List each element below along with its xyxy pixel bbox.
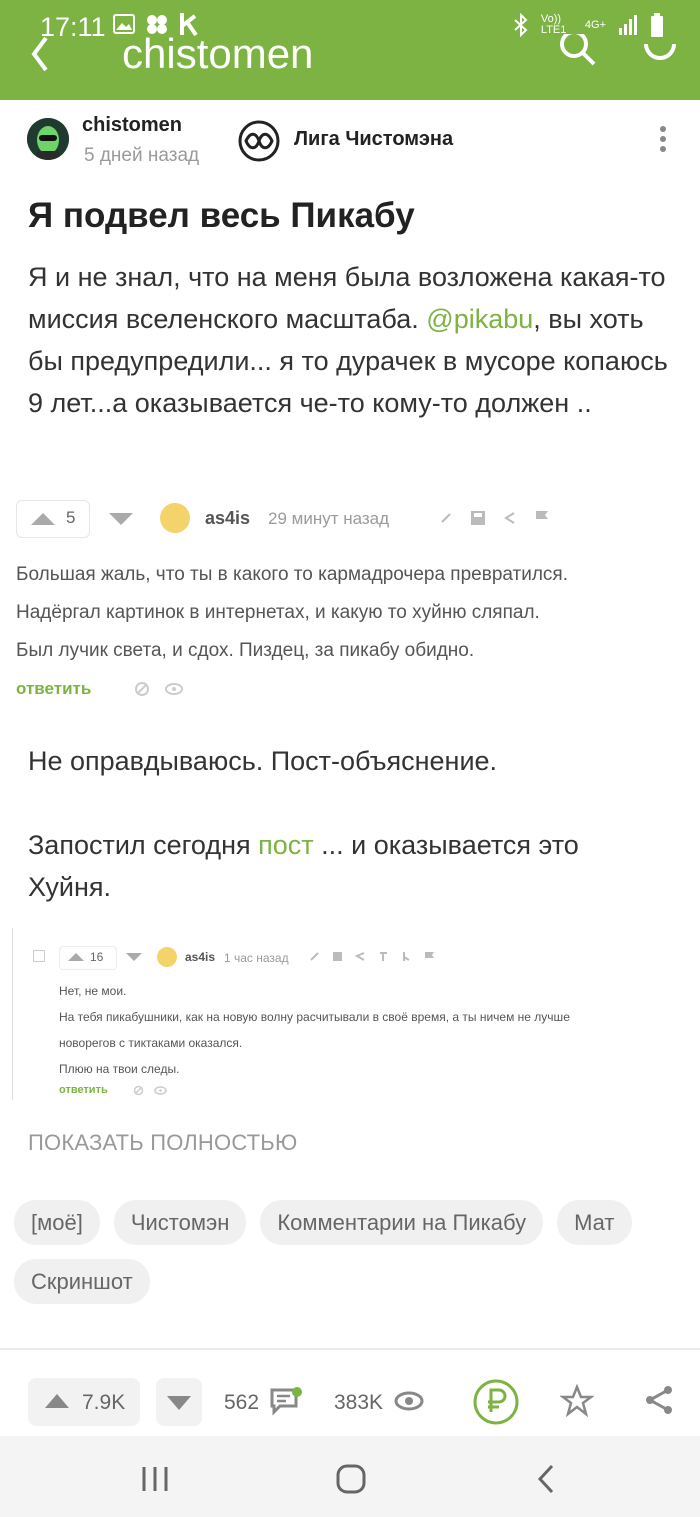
- eye-icon: [154, 1086, 167, 1095]
- tag-chip[interactable]: [моё]: [14, 1200, 100, 1245]
- post-action-bar: 7.9K 562 383K: [0, 1360, 700, 1436]
- block-icon: [133, 1085, 144, 1096]
- post-link[interactable]: пост: [258, 830, 314, 860]
- share-icon[interactable]: [644, 1384, 674, 1416]
- post-text-line: Не оправдываюсь. Пост-объяснение.: [28, 746, 498, 776]
- save-icon: [333, 952, 342, 961]
- recent-apps-icon[interactable]: [140, 1466, 170, 1492]
- community-name[interactable]: Лига Чистомэна: [294, 128, 453, 151]
- comments-count[interactable]: 562: [224, 1391, 259, 1415]
- refresh-icon[interactable]: [640, 30, 680, 70]
- comment-score: 5: [66, 508, 76, 527]
- network-type: 4G+: [584, 19, 606, 31]
- screen: 17:11 Vo)) LTE1 4G+ chistomen chistomen …: [0, 0, 700, 1517]
- block-icon: [135, 682, 149, 696]
- post-text-line: Запостил сегодня пост ... и оказывается …: [28, 824, 668, 908]
- views-count: 383K: [334, 1391, 384, 1414]
- tags-list: [моё] Чистомэн Комментарии на Пикабу Мат…: [14, 1200, 694, 1304]
- star-icon[interactable]: [560, 1384, 594, 1418]
- branch-icon: [403, 952, 410, 961]
- comment-text: Большая жаль, что ты в какого то кармадр…: [16, 556, 696, 670]
- comment-footer-icons: [133, 1085, 167, 1096]
- comment-text: Нет, не мои. На тебя пикабушники, как на…: [59, 978, 699, 1082]
- commenter-avatar: [157, 947, 177, 967]
- avatar-face-icon: [27, 118, 69, 160]
- reply-link: ответить: [59, 1084, 108, 1096]
- bluetooth-icon: [514, 13, 528, 37]
- upvote-icon: [31, 513, 55, 525]
- home-icon[interactable]: [336, 1464, 366, 1494]
- link-icon: [310, 952, 319, 961]
- author-avatar[interactable]: [27, 118, 69, 160]
- comment-line: Плюю на твои следы.: [59, 1062, 180, 1076]
- show-full-button[interactable]: ПОКАЗАТЬ ПОЛНОСТЬЮ: [28, 1130, 297, 1156]
- comment-author: as4is: [205, 508, 251, 528]
- tag-chip[interactable]: Скриншот: [14, 1259, 150, 1304]
- system-nav-bar: [0, 1436, 700, 1517]
- rating-value: 7.9K: [82, 1391, 126, 1414]
- signal-icon: [619, 15, 637, 35]
- divider: [0, 1348, 700, 1350]
- more-options-icon[interactable]: [656, 124, 670, 154]
- comment-tools: [438, 510, 550, 526]
- community-logo-icon[interactable]: [238, 120, 280, 162]
- reply-link: ответить: [16, 679, 92, 698]
- comment-screenshot-1: 5 as4is 29 минут назад Большая жаль, что…: [0, 492, 700, 710]
- collapse-box: [33, 950, 45, 962]
- downvote-icon: [126, 953, 142, 961]
- comment-line: На тебя пикабушники, как на новую волну …: [59, 1010, 570, 1024]
- comment-score: 16: [90, 950, 104, 964]
- search-icon[interactable]: [558, 34, 598, 74]
- comment-line: Нет, не мои.: [59, 984, 127, 998]
- upvote-icon: [45, 1394, 69, 1408]
- app-bar: 17:11 Vo)) LTE1 4G+ chistomen: [0, 0, 700, 100]
- flag-icon: [536, 511, 548, 525]
- post-body-paragraph-1: Я и не знал, что на меня была возложена …: [28, 256, 668, 424]
- mention-link[interactable]: @pikabu: [426, 304, 533, 334]
- post-body-paragraph-2: Не оправдываюсь. Пост-объяснение. Запост…: [28, 740, 668, 908]
- donate-ruble-icon[interactable]: [472, 1378, 520, 1426]
- downvote-icon: [167, 1396, 191, 1410]
- eye-icon: [165, 683, 183, 695]
- post-title[interactable]: Я подвел весь Пикабу: [28, 196, 415, 236]
- comment-line: Был лучик света, и сдох. Пиздец, за пика…: [16, 640, 475, 661]
- comment-tools: [309, 951, 435, 962]
- nav-back-icon[interactable]: [536, 1464, 556, 1494]
- eye-icon: [394, 1391, 424, 1411]
- save-icon: [471, 511, 485, 525]
- comments-icon[interactable]: [270, 1386, 306, 1418]
- comment-line: новорегов с тиктаками оказался.: [59, 1036, 243, 1050]
- tag-chip[interactable]: Мат: [557, 1200, 632, 1245]
- network-label: Vo)) LTE1: [540, 13, 567, 36]
- comment-time: 29 минут назад: [268, 509, 390, 528]
- comment-line: Надёргал картинок в интернетах, и какую …: [16, 602, 540, 623]
- tag-chip[interactable]: Комментарии на Пикабу: [260, 1200, 544, 1245]
- tag-chip[interactable]: Чистомэн: [113, 1200, 247, 1245]
- back-arrow-icon[interactable]: [28, 34, 50, 74]
- app-bar-title: chistomen: [122, 30, 314, 77]
- comment-screenshot-2: 16 as4is 1 час назад Нет, не мои. На теб…: [12, 928, 700, 1100]
- comment-line: Большая жаль, что ты в какого то кармадр…: [16, 564, 569, 585]
- pin-icon: [380, 952, 387, 961]
- comment-time: 1 час назад: [224, 951, 289, 965]
- flag-icon: [425, 952, 434, 961]
- post-author[interactable]: chistomen: [82, 114, 182, 137]
- downvote-icon: [109, 513, 133, 525]
- commenter-avatar: [160, 503, 190, 533]
- upvote-icon: [68, 953, 84, 961]
- share-icon: [504, 512, 515, 524]
- post-time: 5 дней назад: [84, 145, 200, 166]
- link-icon: [441, 513, 451, 523]
- post-text-part: Запостил сегодня: [28, 830, 259, 860]
- comment-author: as4is: [185, 950, 216, 964]
- comment-footer-icons: [134, 681, 184, 697]
- post-header: chistomen 5 дней назад Лига Чистомэна: [0, 100, 700, 180]
- share-icon: [355, 952, 365, 961]
